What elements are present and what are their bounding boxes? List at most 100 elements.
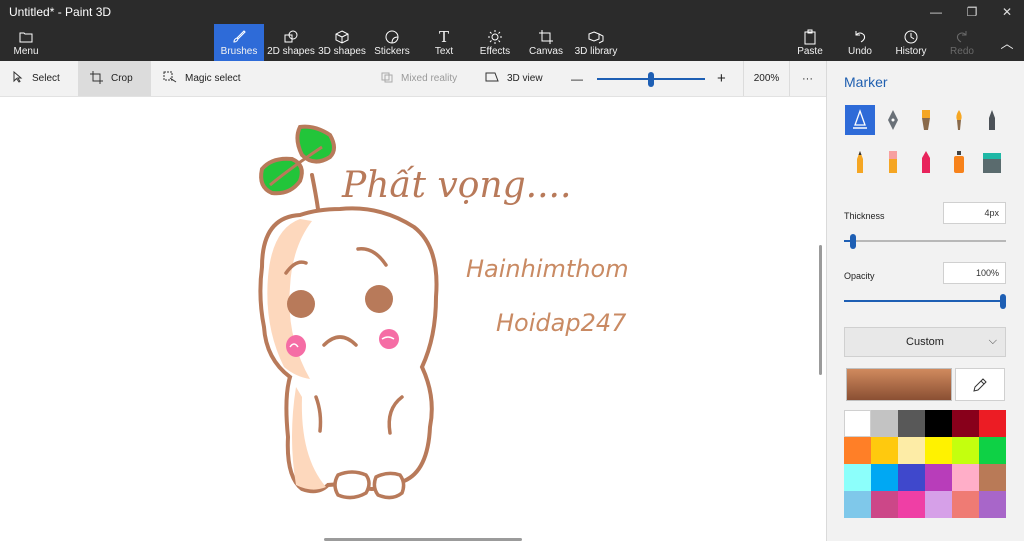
zoom-slider[interactable]	[597, 72, 705, 87]
oil-brush-icon	[922, 110, 930, 130]
color-swatch[interactable]	[952, 491, 979, 518]
3d-view-label: 3D view	[507, 73, 543, 84]
tab-text[interactable]: T Text	[424, 24, 464, 61]
color-swatch[interactable]	[925, 491, 952, 518]
mixed-reality-button[interactable]: Mixed reality	[380, 61, 457, 96]
brush-calligraphy-pen[interactable]	[878, 105, 908, 135]
thickness-slider[interactable]	[844, 234, 1006, 249]
color-swatch[interactable]	[979, 410, 1006, 437]
opacity-label: Opacity	[844, 271, 875, 281]
tab-stickers[interactable]: Stickers	[372, 24, 412, 61]
color-swatch[interactable]	[925, 410, 952, 437]
tab-canvas[interactable]: Canvas	[526, 24, 566, 61]
collapse-toolbar-button[interactable]: ︿	[994, 24, 1020, 61]
zoom-value-box[interactable]: 200%	[743, 61, 790, 96]
menu-button[interactable]: Menu	[6, 24, 46, 61]
vertical-scrollbar[interactable]	[819, 245, 822, 375]
maximize-button[interactable]: ❐	[950, 0, 994, 24]
thickness-label: Thickness	[844, 211, 885, 221]
tab-canvas-label: Canvas	[529, 45, 563, 57]
folder-icon	[18, 29, 34, 45]
brush-crayon[interactable]	[911, 147, 941, 177]
magic-select-button[interactable]: Magic select	[163, 61, 241, 96]
color-swatch[interactable]	[898, 437, 925, 464]
fill-bucket-icon	[983, 153, 1001, 173]
color-palette	[844, 410, 1006, 518]
color-swatch[interactable]	[952, 464, 979, 491]
crop-icon	[90, 70, 103, 87]
color-swatch[interactable]	[844, 464, 871, 491]
color-swatch[interactable]	[898, 410, 925, 437]
brush-fill[interactable]	[977, 147, 1007, 177]
color-swatch[interactable]	[952, 437, 979, 464]
eyedropper-button[interactable]	[955, 368, 1005, 401]
zoom-slider-thumb[interactable]	[648, 72, 654, 87]
undo-icon	[852, 29, 868, 45]
color-swatch[interactable]	[979, 437, 1006, 464]
redo-label: Redo	[950, 45, 974, 57]
more-options-button[interactable]: ···	[802, 61, 813, 96]
color-swatch[interactable]	[898, 464, 925, 491]
opacity-input[interactable]: 100%	[943, 262, 1006, 284]
undo-label: Undo	[848, 45, 872, 57]
color-swatch[interactable]	[871, 491, 898, 518]
zoom-in-button[interactable]: +	[717, 61, 726, 96]
redo-icon	[954, 29, 970, 45]
canvas-drawing: Phất vọng.... Hainhimthom Hoidap247	[258, 124, 629, 500]
select-button[interactable]: Select	[12, 61, 60, 96]
history-button[interactable]: History	[895, 24, 927, 61]
opacity-slider-thumb[interactable]	[1000, 294, 1006, 309]
mixed-reality-label: Mixed reality	[401, 73, 458, 84]
crop-button[interactable]: Crop	[78, 61, 151, 96]
tab-effects[interactable]: Effects	[475, 24, 515, 61]
3d-view-button[interactable]: 3D view	[485, 61, 543, 96]
zoom-out-button[interactable]: —	[571, 61, 583, 96]
color-mode-dropdown[interactable]: Custom ⌵	[844, 327, 1006, 357]
color-swatch[interactable]	[925, 437, 952, 464]
panel-title: Marker	[844, 74, 888, 90]
undo-button[interactable]: Undo	[844, 24, 876, 61]
tab-3d-shapes-label: 3D shapes	[318, 45, 366, 57]
tab-2d-shapes[interactable]: 2D shapes	[267, 24, 315, 61]
brush-eraser[interactable]	[878, 147, 908, 177]
color-swatch[interactable]	[979, 491, 1006, 518]
paste-button[interactable]: Paste	[794, 24, 826, 61]
color-swatch[interactable]	[952, 410, 979, 437]
canvas-text-hainhimthom: Hainhimthom	[466, 255, 629, 283]
color-swatch[interactable]	[871, 410, 898, 437]
tab-brushes[interactable]: Brushes	[214, 24, 264, 61]
brush-watercolor[interactable]	[944, 105, 974, 135]
watercolor-icon	[956, 110, 962, 130]
color-swatch[interactable]	[844, 491, 871, 518]
redo-button[interactable]: Redo	[946, 24, 978, 61]
brush-spray-can[interactable]	[944, 147, 974, 177]
color-swatch[interactable]	[844, 437, 871, 464]
stickers-icon	[384, 29, 400, 45]
brush-marker[interactable]	[845, 105, 875, 135]
color-swatch[interactable]	[898, 491, 925, 518]
drawing-canvas[interactable]: Phất vọng.... Hainhimthom Hoidap247	[0, 97, 826, 541]
zoom-value: 200%	[753, 73, 780, 84]
3d-shapes-icon	[334, 29, 350, 45]
current-color-swatch[interactable]	[846, 368, 952, 401]
opacity-slider[interactable]	[844, 294, 1006, 309]
paste-label: Paste	[797, 45, 823, 57]
color-swatch[interactable]	[844, 410, 871, 437]
history-label: History	[895, 45, 927, 57]
color-swatch[interactable]	[871, 437, 898, 464]
thickness-slider-thumb[interactable]	[850, 234, 856, 249]
tab-3d-shapes[interactable]: 3D shapes	[318, 24, 366, 61]
menu-label: Menu	[13, 45, 39, 57]
color-swatch[interactable]	[925, 464, 952, 491]
color-swatch[interactable]	[871, 464, 898, 491]
close-button[interactable]: ✕	[990, 0, 1024, 24]
thickness-input[interactable]: 4px	[943, 202, 1006, 224]
crop-label: Crop	[111, 73, 133, 84]
tab-3d-library[interactable]: 3D library	[574, 24, 618, 61]
color-swatch[interactable]	[979, 464, 1006, 491]
brush-pencil[interactable]	[845, 147, 875, 177]
brush-pixel-pen[interactable]	[977, 105, 1007, 135]
color-mode-value: Custom	[906, 336, 944, 348]
cursor-icon	[12, 70, 24, 86]
brush-oil[interactable]	[911, 105, 941, 135]
